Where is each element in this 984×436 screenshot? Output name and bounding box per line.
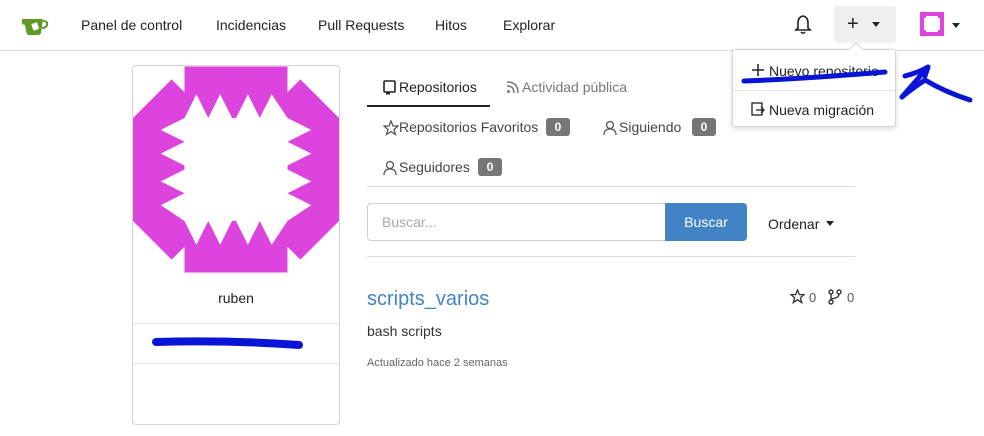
user-menu-button[interactable] xyxy=(918,12,964,39)
search-input[interactable] xyxy=(367,203,666,241)
profile-username: ruben xyxy=(218,290,254,306)
card-divider xyxy=(133,363,339,364)
repo-name-link[interactable]: scripts_varios xyxy=(367,288,489,311)
tab-following-label: Siguiendo xyxy=(619,119,682,135)
person-icon xyxy=(383,160,397,176)
tab-repositories[interactable]: Repositorios xyxy=(383,79,493,97)
search-divider xyxy=(367,256,855,257)
following-count-badge: 0 xyxy=(692,118,716,136)
tab-starred-repositories[interactable]: Repositorios Favoritos xyxy=(383,119,543,137)
chevron-down-icon xyxy=(872,22,880,27)
starred-count-badge: 0 xyxy=(546,118,570,136)
create-dropdown-menu: Nuevo repositorio Nueva migración xyxy=(732,41,896,127)
tabs-divider xyxy=(367,186,855,187)
repo-fork-count: 0 xyxy=(847,290,855,305)
chevron-down-icon xyxy=(952,23,960,28)
followers-count-badge: 0 xyxy=(478,158,502,176)
new-repository-label: Nuevo repositorio xyxy=(769,63,879,79)
tab-activity-label: Actividad pública xyxy=(522,79,628,95)
new-migration-item[interactable]: Nueva migración xyxy=(733,93,895,127)
plus-icon: + xyxy=(847,13,859,35)
tab-followers[interactable]: Seguidores xyxy=(383,159,473,177)
card-divider xyxy=(133,323,339,324)
star-icon xyxy=(790,289,805,304)
profile-card: ruben xyxy=(132,65,340,425)
plus-icon xyxy=(752,64,764,76)
nav-issues[interactable]: Incidencias xyxy=(216,17,286,33)
tab-repositories-label: Repositorios xyxy=(399,79,477,95)
repo-star-count: 0 xyxy=(809,290,817,305)
star-icon xyxy=(383,120,399,136)
tab-following[interactable]: Siguiendo xyxy=(603,119,683,137)
profile-identicon xyxy=(133,66,339,273)
nav-milestones[interactable]: Hitos xyxy=(435,17,467,33)
rss-icon xyxy=(506,81,519,94)
create-menu-button[interactable]: + xyxy=(834,6,896,43)
person-icon xyxy=(603,120,617,136)
active-tab-indicator xyxy=(367,105,490,107)
sort-label: Ordenar xyxy=(768,216,820,232)
gitea-logo-icon[interactable] xyxy=(21,13,49,37)
repo-icon xyxy=(383,80,396,95)
dropdown-divider xyxy=(733,90,895,91)
search-button[interactable]: Buscar xyxy=(665,203,747,241)
avatar xyxy=(920,12,944,36)
fork-icon xyxy=(828,289,842,305)
nav-dashboard[interactable]: Panel de control xyxy=(81,17,182,33)
bell-icon[interactable] xyxy=(793,14,813,36)
tab-starred-label: Repositorios Favoritos xyxy=(399,119,539,135)
top-navbar: Panel de control Incidencias Pull Reques… xyxy=(0,0,984,51)
sort-dropdown[interactable]: Ordenar xyxy=(768,216,834,232)
new-repository-item[interactable]: Nuevo repositorio xyxy=(733,54,895,88)
chevron-down-icon xyxy=(826,221,834,226)
migration-icon xyxy=(751,102,765,116)
nav-explore[interactable]: Explorar xyxy=(503,17,555,33)
repo-updated-time: Actualizado hace 2 semanas xyxy=(367,357,508,369)
repo-description: bash scripts xyxy=(367,323,442,339)
tab-public-activity[interactable]: Actividad pública xyxy=(506,79,636,97)
new-migration-label: Nueva migración xyxy=(769,102,875,118)
tab-followers-label: Seguidores xyxy=(399,159,470,175)
nav-pull-requests[interactable]: Pull Requests xyxy=(318,17,404,33)
